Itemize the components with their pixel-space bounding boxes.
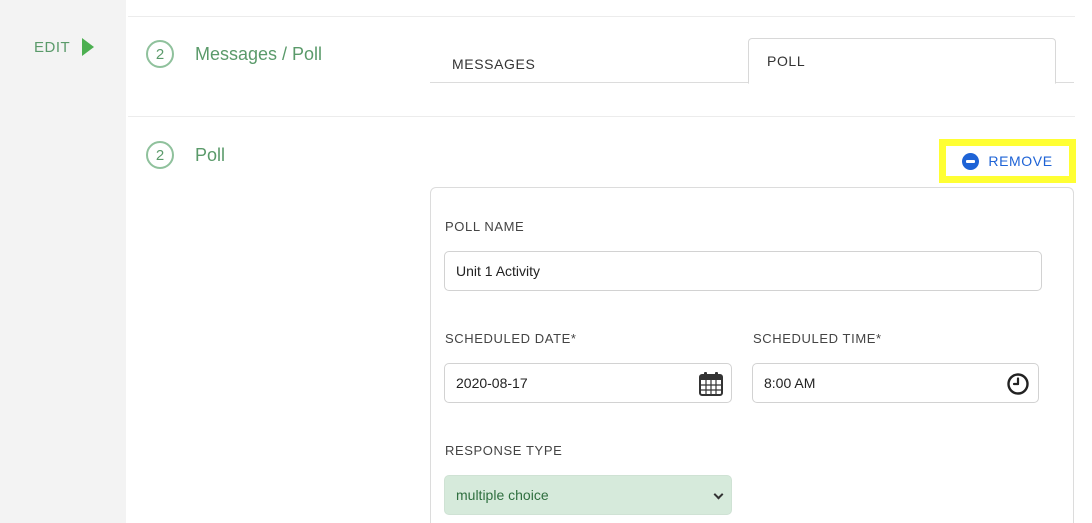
scheduled-date-label: SCHEDULED DATE* (445, 331, 577, 346)
response-type-label: RESPONSE TYPE (445, 443, 563, 458)
section-title-messages-poll: Messages / Poll (195, 44, 323, 64)
tab-messages[interactable]: MESSAGES (430, 44, 748, 83)
section-title-poll: Poll (195, 145, 226, 165)
remove-button-inner: REMOVE (946, 146, 1069, 176)
step-number-badge: 2 (146, 141, 174, 169)
play-arrow-icon (82, 38, 95, 56)
remove-label: REMOVE (988, 153, 1053, 169)
calendar-icon[interactable] (698, 371, 724, 400)
poll-name-value: Unit 1 Activity (456, 263, 541, 279)
step-number-badge: 2 (146, 40, 174, 68)
scheduled-time-input[interactable]: 8:00 AM (752, 363, 1039, 403)
poll-name-input[interactable]: Unit 1 Activity (444, 251, 1042, 291)
poll-name-label: POLL NAME (445, 219, 525, 234)
response-type-select[interactable]: multiple choice (444, 475, 732, 515)
remove-button[interactable]: REMOVE (939, 139, 1076, 183)
edit-link[interactable]: EDIT (34, 38, 95, 56)
edit-label: EDIT (34, 38, 71, 56)
tab-poll[interactable]: POLL (748, 38, 1056, 84)
poll-form-card: POLL NAME Unit 1 Activity SCHEDULED DATE… (430, 187, 1074, 523)
scheduled-time-label: SCHEDULED TIME* (753, 331, 882, 346)
section-divider (128, 116, 1075, 117)
left-rail: EDIT (0, 0, 126, 523)
minus-circle-icon (962, 152, 980, 170)
scheduled-date-value: 2020-08-17 (456, 375, 528, 391)
tab-bar: MESSAGES POLL (430, 38, 1074, 84)
clock-icon[interactable] (1006, 372, 1030, 399)
response-type-value: multiple choice (456, 487, 549, 503)
scheduled-date-input[interactable]: 2020-08-17 (444, 363, 732, 403)
scheduled-time-value: 8:00 AM (764, 375, 816, 391)
top-divider (128, 16, 1075, 17)
chevron-down-icon (713, 489, 724, 500)
